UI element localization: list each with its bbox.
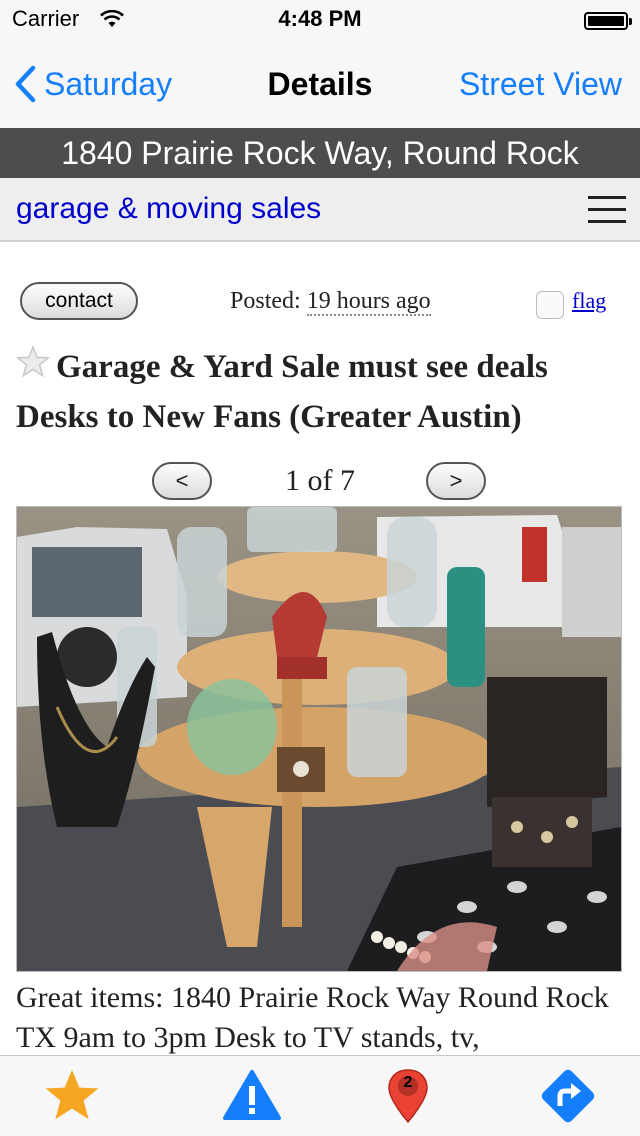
back-button-label: Saturday <box>44 65 173 102</box>
contact-button[interactable]: contact <box>20 282 138 320</box>
map-pin-icon[interactable]: 2 <box>378 1066 438 1126</box>
image-counter: 1 of 7 <box>285 464 355 497</box>
tab-bar: 2 <box>0 1055 640 1136</box>
chevron-left-icon <box>15 65 36 103</box>
posted-info: Posted: 19 hours ago <box>230 288 431 316</box>
photo-illustration <box>17 507 621 971</box>
directions-icon[interactable] <box>538 1066 598 1126</box>
status-time: 4:48 PM <box>278 6 362 31</box>
menu-icon[interactable] <box>588 194 626 226</box>
category-bar: garage & moving sales <box>0 178 640 242</box>
status-bar: Carrier 4:48 PM <box>0 0 640 40</box>
prev-image-button[interactable]: < <box>152 462 212 500</box>
posted-label: Posted: <box>230 288 301 314</box>
post-title: Garage & Yard Sale must see deals Desks … <box>16 342 624 442</box>
category-link[interactable]: garage & moving sales <box>16 192 321 226</box>
flag-link[interactable]: flag <box>572 288 606 314</box>
listing-photo[interactable] <box>16 506 622 972</box>
post-description: Great items: 1840 Prairie Rock Way Round… <box>16 981 609 1054</box>
flag-checkbox[interactable] <box>536 291 564 319</box>
map-pin-badge: 2 <box>403 1074 413 1091</box>
back-button[interactable]: Saturday <box>14 62 172 106</box>
favorite-star-icon[interactable] <box>16 345 50 379</box>
next-image-button[interactable]: > <box>426 462 486 500</box>
address-bar: 1840 Prairie Rock Way, Round Rock <box>0 128 640 178</box>
gallery-pager: < 1 of 7 > <box>0 462 640 502</box>
post-title-text: Garage & Yard Sale must see deals Desks … <box>16 349 548 435</box>
post-info-row: contact Posted: 19 hours ago flag <box>0 282 640 324</box>
star-icon[interactable] <box>42 1066 102 1126</box>
street-view-button[interactable]: Street View <box>459 66 622 103</box>
navigation-bar: Saturday Details Street View <box>0 40 640 128</box>
posted-time: 19 hours ago <box>306 288 431 316</box>
warning-icon[interactable] <box>222 1066 282 1126</box>
battery-icon <box>584 12 632 30</box>
